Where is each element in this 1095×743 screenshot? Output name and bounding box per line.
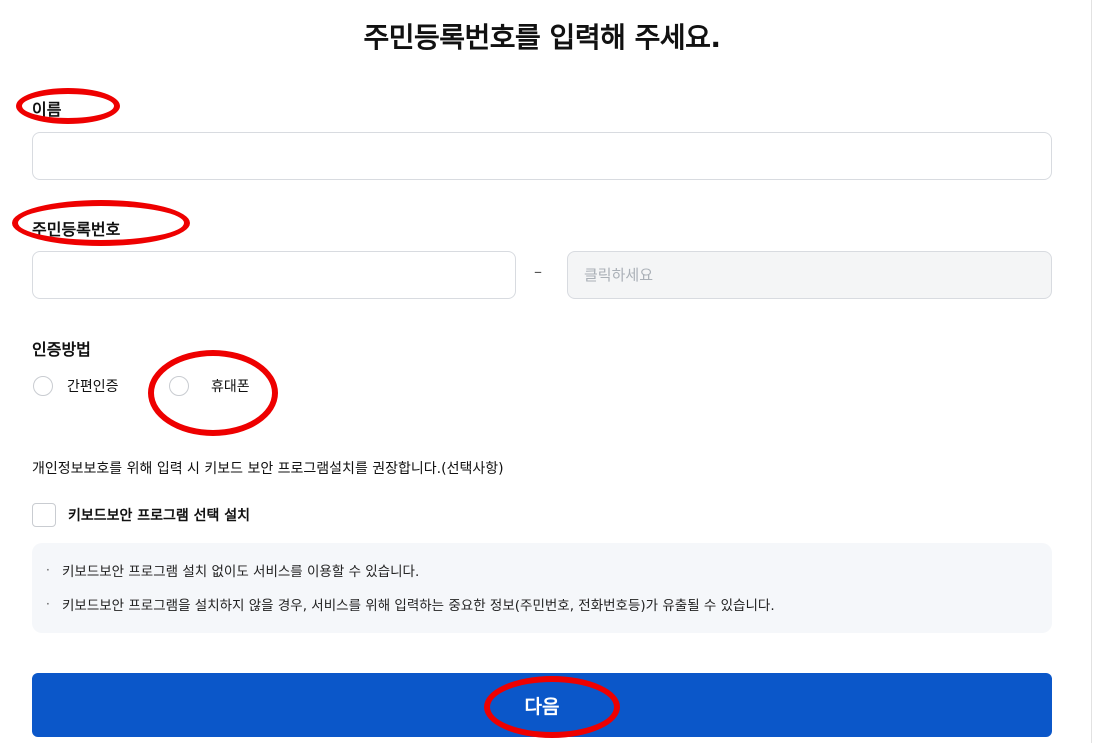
- keyboard-security-checkbox-label: 키보드보안 프로그램 선택 설치: [68, 508, 251, 524]
- info-text: 키보드보안 프로그램 설치 없이도 서비스를 이용할 수 있습니다.: [62, 563, 420, 580]
- info-text: 키보드보안 프로그램을 설치하지 않을 경우, 서비스를 위해 입력하는 중요한…: [62, 597, 775, 614]
- right-divider: [1091, 0, 1092, 743]
- next-button[interactable]: 다음: [32, 673, 1052, 737]
- page-title: 주민등록번호를 입력해 주세요.: [363, 21, 721, 54]
- auth-option-phone-label: 휴대폰: [211, 379, 250, 395]
- rrn-label: 주민등록번호: [32, 220, 121, 239]
- bullet-icon: ·: [46, 596, 50, 611]
- name-label: 이름: [32, 100, 62, 119]
- rrn-separator: –: [534, 262, 542, 281]
- radio-unchecked-icon[interactable]: [169, 376, 189, 396]
- rrn-front-input[interactable]: [32, 251, 516, 299]
- name-input[interactable]: [32, 132, 1052, 180]
- auth-method-label: 인증방법: [32, 340, 91, 359]
- rrn-back-input[interactable]: [567, 251, 1052, 299]
- radio-unchecked-icon[interactable]: [33, 376, 53, 396]
- auth-option-simple-label: 간편인증: [67, 379, 119, 395]
- keyboard-security-notice: 개인정보보호를 위해 입력 시 키보드 보안 프로그램설치를 권장합니다.(선택…: [32, 461, 504, 477]
- info-list-item: · 키보드보안 프로그램 설치 없이도 서비스를 이용할 수 있습니다.: [46, 561, 1032, 580]
- keyboard-security-checkbox[interactable]: 키보드보안 프로그램 선택 설치: [32, 503, 250, 527]
- bullet-icon: ·: [46, 562, 50, 577]
- auth-option-phone[interactable]: 휴대폰: [169, 376, 250, 396]
- keyboard-security-info-box: · 키보드보안 프로그램 설치 없이도 서비스를 이용할 수 있습니다. · 키…: [32, 543, 1052, 633]
- info-list-item: · 키보드보안 프로그램을 설치하지 않을 경우, 서비스를 위해 입력하는 중…: [46, 595, 1032, 614]
- auth-option-simple[interactable]: 간편인증: [33, 376, 119, 396]
- checkbox-unchecked-icon[interactable]: [32, 503, 56, 527]
- rrn-entry-page: 주민등록번호를 입력해 주세요. 이름 주민등록번호 – 인증방법 간편인증 휴…: [0, 0, 1095, 743]
